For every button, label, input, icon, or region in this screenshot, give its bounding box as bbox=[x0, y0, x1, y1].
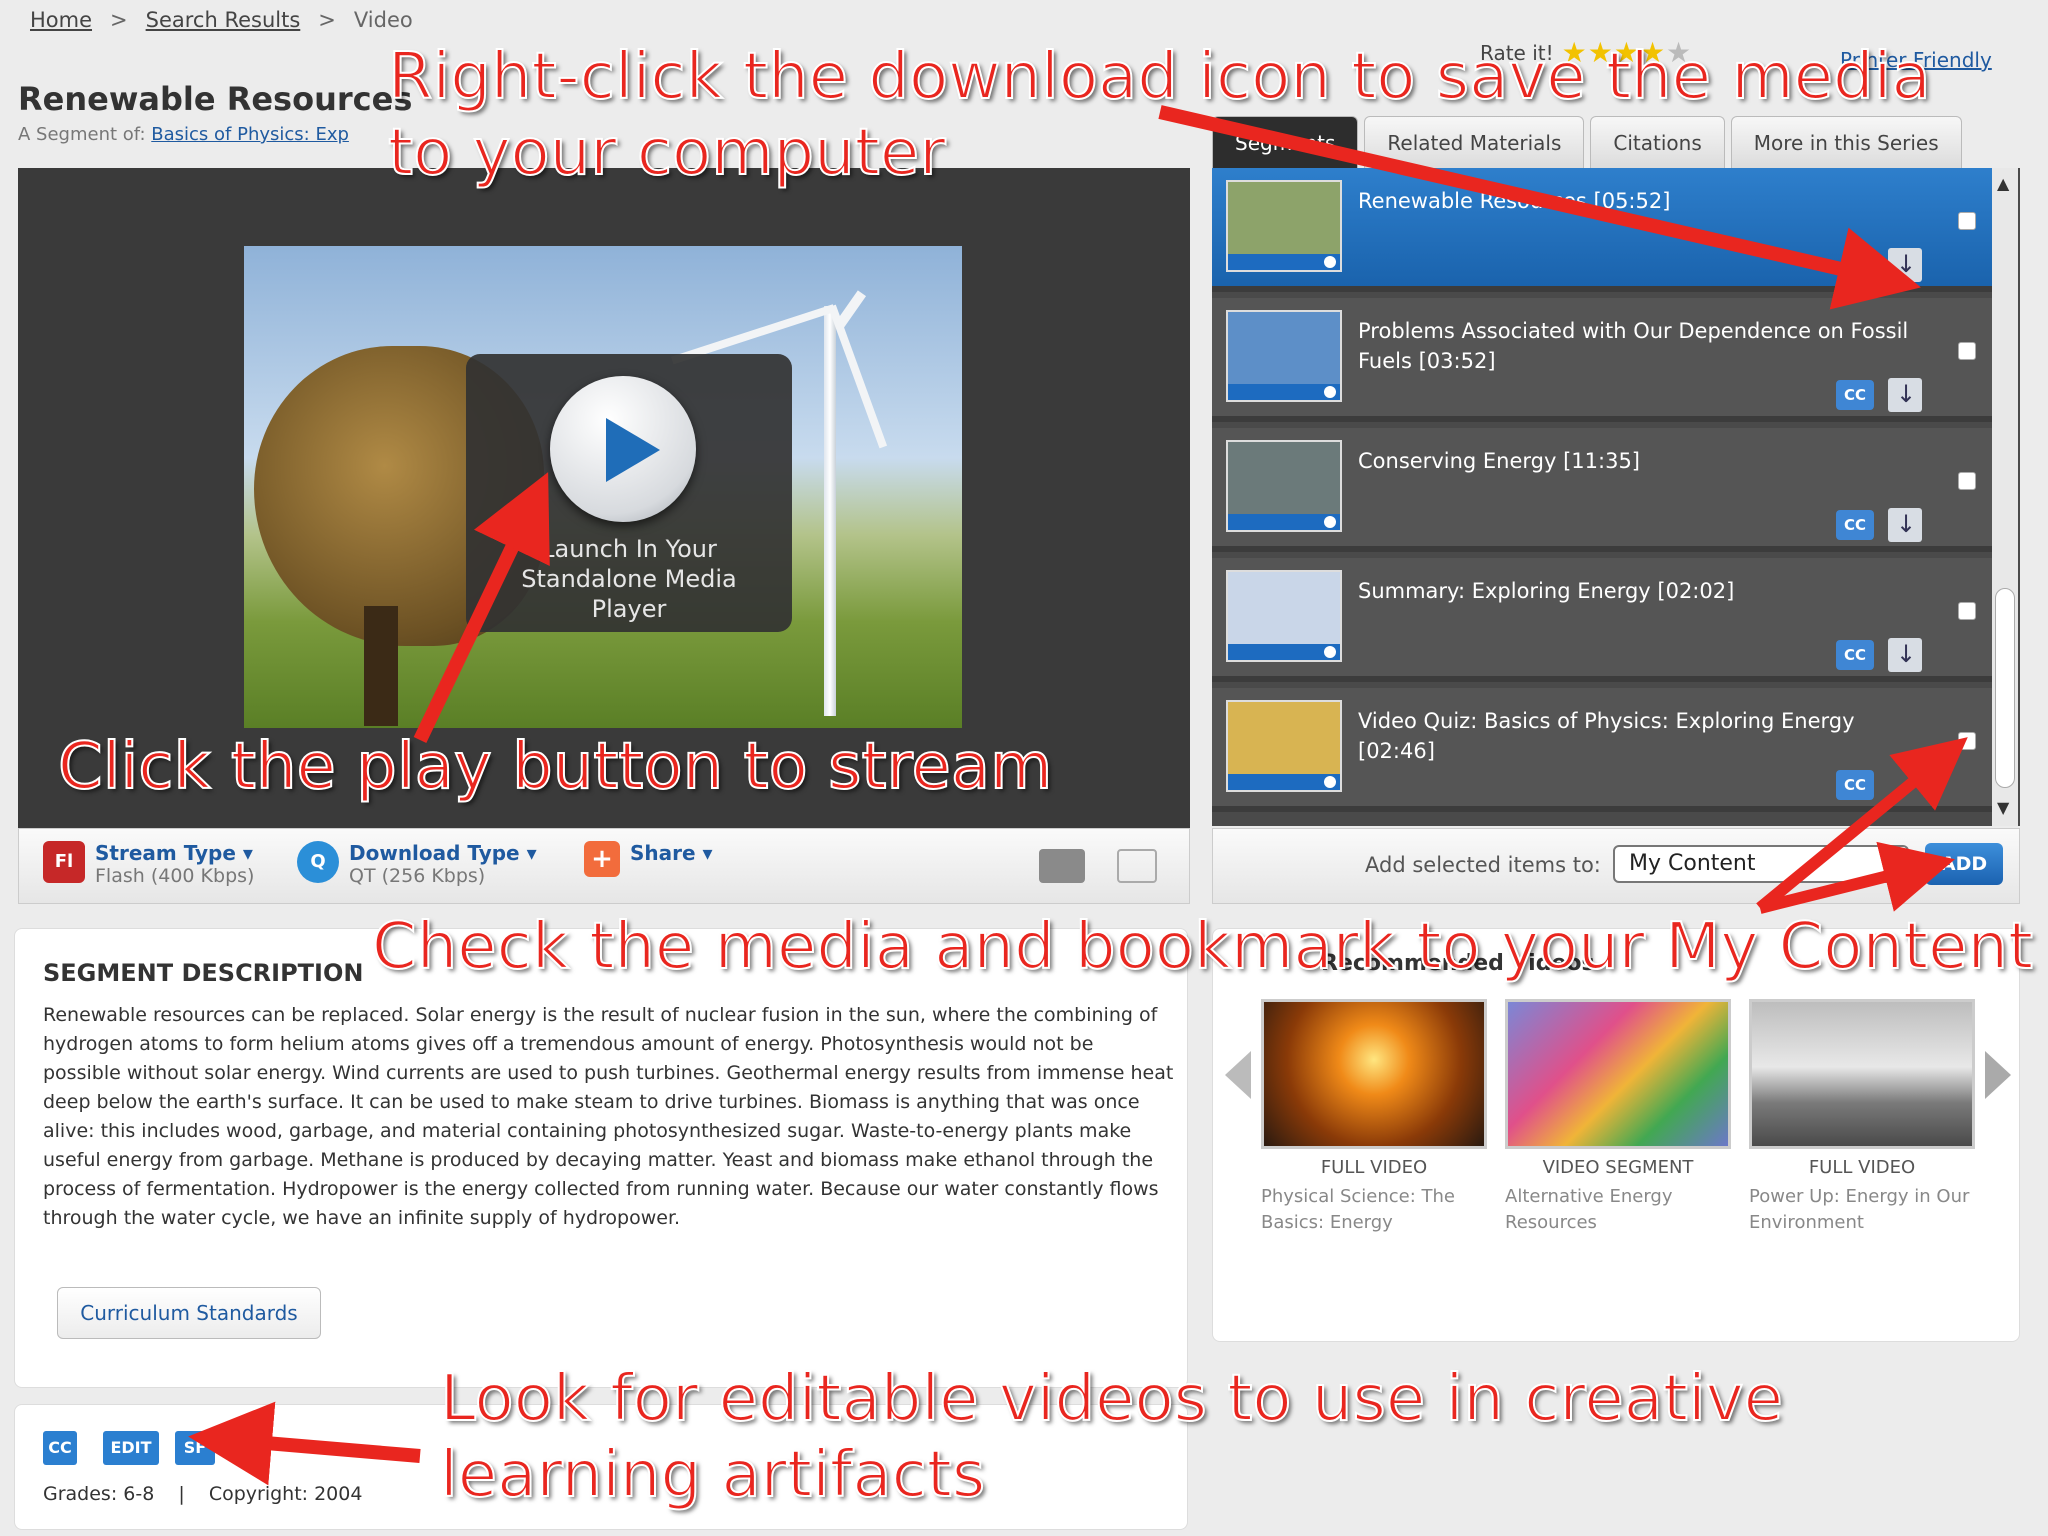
callout-download-line2: to your computer bbox=[387, 115, 946, 191]
callout-editable: Look for editable videos to use in creat… bbox=[439, 1361, 1784, 1437]
arrow-to-edit-badge bbox=[188, 1401, 421, 1486]
callout-editable-line2: learning artifacts bbox=[439, 1437, 986, 1513]
callout-download: Right-click the download icon to save th… bbox=[387, 39, 1932, 115]
arrow-to-play-button bbox=[413, 472, 550, 744]
arrow-to-download-icon bbox=[1158, 105, 1921, 310]
callout-play: Click the play button to stream bbox=[57, 729, 1053, 805]
callout-bookmark: Check the media and bookmark to your My … bbox=[371, 909, 2034, 985]
